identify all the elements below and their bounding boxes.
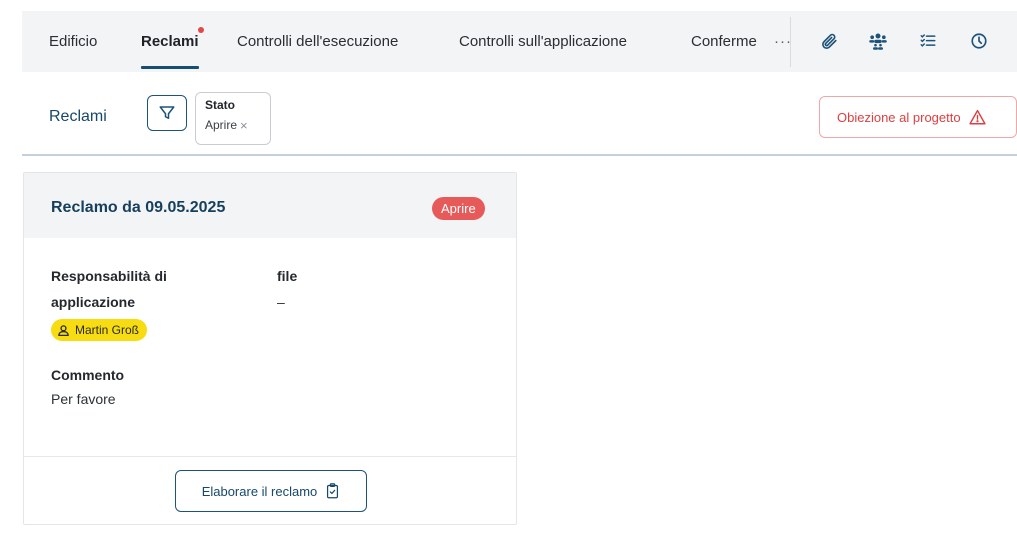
filter-row: Reclami Stato Aprire × Obiezione al prog… [22,72,1017,156]
comment-label: Commento [51,367,125,383]
user-name: Martin Groß [75,323,140,337]
tab-edificio[interactable]: Edificio [49,11,97,72]
warning-icon [968,109,986,125]
comment-value: Per favore [51,391,116,407]
tab-reclami[interactable]: Reclami [141,11,204,72]
notification-dot [197,27,204,33]
active-tab-indicator [141,66,199,69]
process-button-label: Elaborare il reclamo [201,483,318,499]
user-icon [58,324,69,336]
top-tab-bar: Edificio Reclami Controlli dell'esecuzio… [22,11,1017,72]
tab-controlli-esecuzione[interactable]: Controlli dell'esecuzione [237,11,398,72]
process-complaint-button[interactable]: Elaborare il reclamo [175,470,367,512]
clock-icon[interactable] [967,29,991,53]
status-badge: Aprire [432,197,485,220]
responsibility-label-line2: applicazione [51,294,136,310]
clipboard-check-icon [327,483,339,499]
close-icon[interactable]: × [240,119,248,132]
card-title: Reclamo da 09.05.2025 [51,199,226,216]
tab-label: Reclami [141,33,199,50]
paperclip-icon[interactable] [817,29,841,53]
complaint-card: Reclamo da 09.05.2025 Aprire Responsabil… [23,172,517,525]
objection-button-label: Obiezione al progetto [837,109,961,125]
status-filter-chip[interactable]: Stato Aprire × [195,92,271,145]
responsibility-label-line1: Responsabilità di [51,268,167,284]
card-footer-divider [24,456,516,457]
filter-icon [159,106,175,119]
tab-divider [790,17,791,67]
file-label: file [277,268,298,284]
checklist-icon[interactable] [916,29,940,53]
chip-value: Aprire [205,118,238,132]
user-chip[interactable]: Martin Groß [51,319,148,341]
people-icon[interactable] [866,29,890,53]
filter-button[interactable] [147,95,187,131]
chip-label: Stato [205,98,235,112]
card-header: Reclamo da 09.05.2025 Aprire [24,173,516,238]
tab-conferme[interactable]: Conferme [691,11,773,72]
tab-controlli-applicazione[interactable]: Controlli sull'applicazione [459,11,627,72]
objection-button[interactable]: Obiezione al progetto [819,96,1017,138]
chip-value-row: Aprire × [205,118,270,132]
tab-label: Controlli dell'esecuzione [237,33,399,50]
section-title: Reclami [49,108,107,125]
section-divider [22,154,1017,156]
tab-label: Edificio [49,33,98,50]
tab-label: Controlli sull'applicazione [459,33,627,50]
tab-label: Conferme [691,33,757,50]
file-value: – [277,294,285,310]
